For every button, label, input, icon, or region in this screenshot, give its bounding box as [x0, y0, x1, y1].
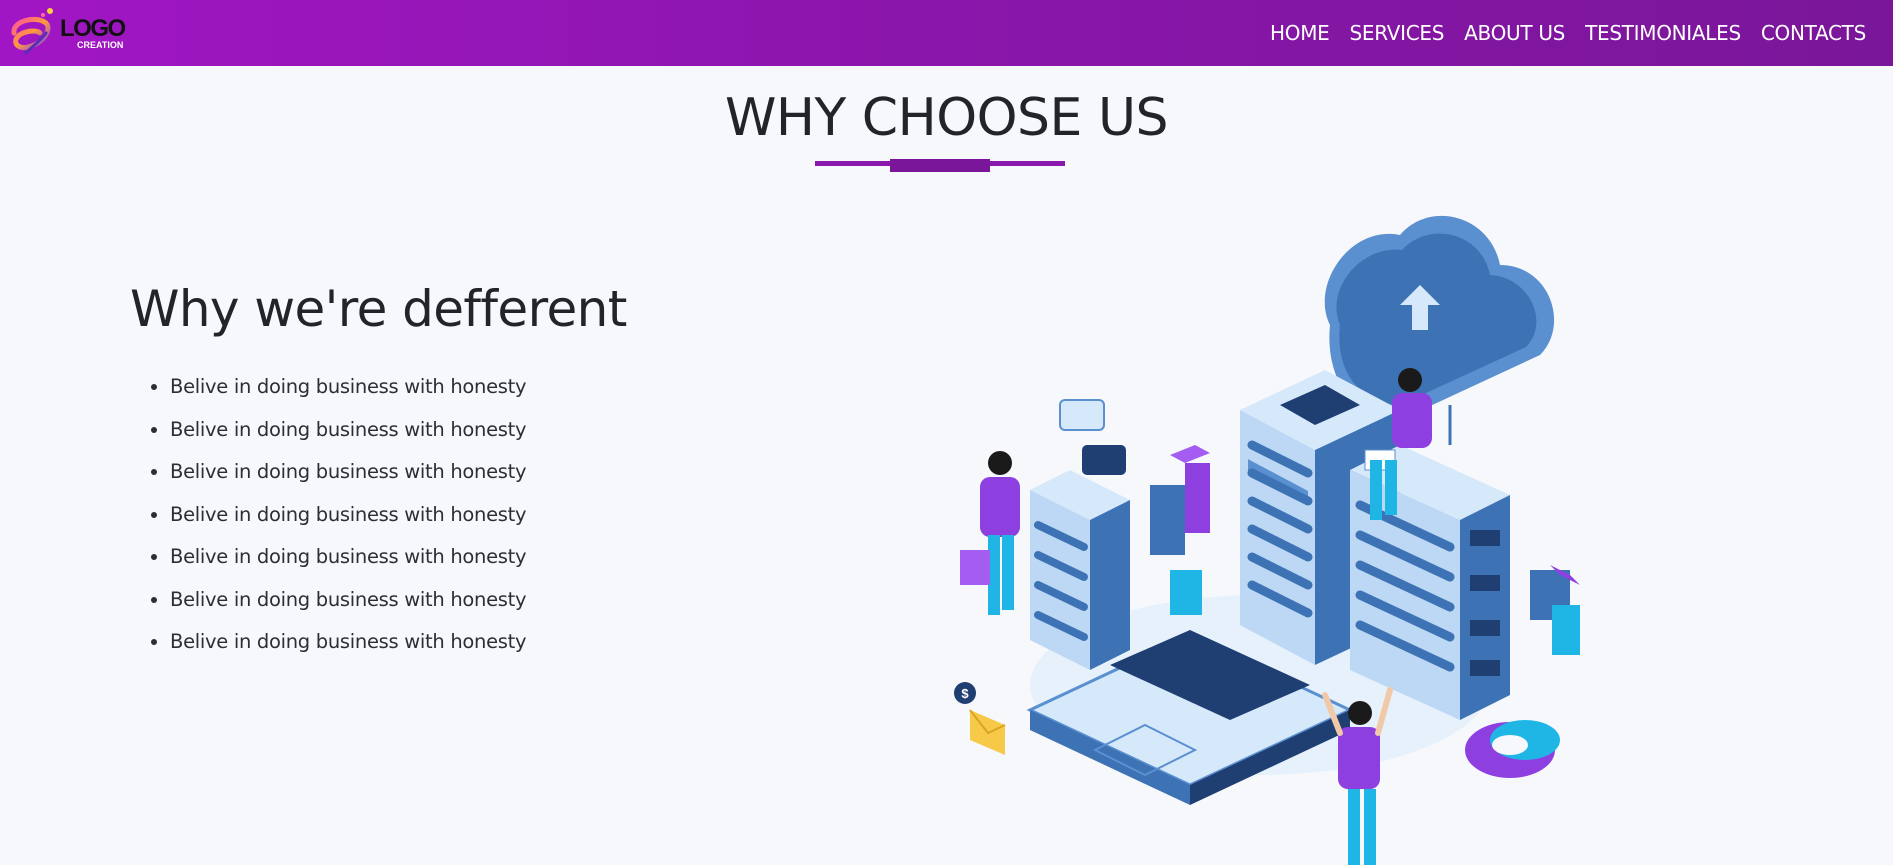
nav-home[interactable]: HOME: [1270, 21, 1330, 45]
cloud-server-icon: $: [954, 215, 1580, 865]
person-bottom-icon: [1322, 687, 1393, 865]
why-different-content: Why we're defferent Belive in doing busi…: [130, 280, 730, 664]
navbar: LOGO CREATION HOME SERVICES ABOUT US TES…: [0, 0, 1893, 66]
nav-menu: HOME SERVICES ABOUT US TESTIMONIALES CON…: [1270, 0, 1866, 66]
donut-chart-icon: [1465, 720, 1560, 778]
reasons-list: Belive in doing business with honesty Be…: [130, 366, 730, 664]
section-subtitle: Why we're defferent: [130, 280, 627, 338]
list-item: Belive in doing business with honesty: [170, 451, 730, 494]
envelope-icon: $: [954, 682, 1006, 755]
section-title: WHY CHOOSE US: [724, 88, 1169, 148]
title-underline-accent: [890, 159, 990, 172]
nav-services[interactable]: SERVICES: [1350, 21, 1445, 45]
list-item: Belive in doing business with honesty: [170, 579, 730, 622]
person-left-icon: [960, 451, 1020, 615]
list-item: Belive in doing business with honesty: [170, 366, 730, 409]
envelope-badge: $: [961, 686, 969, 701]
logo-text: LOGO: [60, 15, 125, 42]
list-item: Belive in doing business with honesty: [170, 536, 730, 579]
logo-subtext: CREATION: [77, 40, 123, 50]
nav-testimoniales[interactable]: TESTIMONIALES: [1585, 21, 1741, 45]
nav-contacts[interactable]: CONTACTS: [1761, 21, 1866, 45]
brand-logo[interactable]: LOGO CREATION: [6, 0, 126, 66]
list-item: Belive in doing business with honesty: [170, 494, 730, 537]
small-server-icon: [1030, 470, 1130, 670]
logo-icon: LOGO CREATION: [11, 8, 126, 55]
nav-about-us[interactable]: ABOUT US: [1464, 21, 1565, 45]
list-item: Belive in doing business with honesty: [170, 409, 730, 452]
cloud-server-illustration: $: [930, 205, 1630, 865]
list-item: Belive in doing business with honesty: [170, 621, 730, 664]
